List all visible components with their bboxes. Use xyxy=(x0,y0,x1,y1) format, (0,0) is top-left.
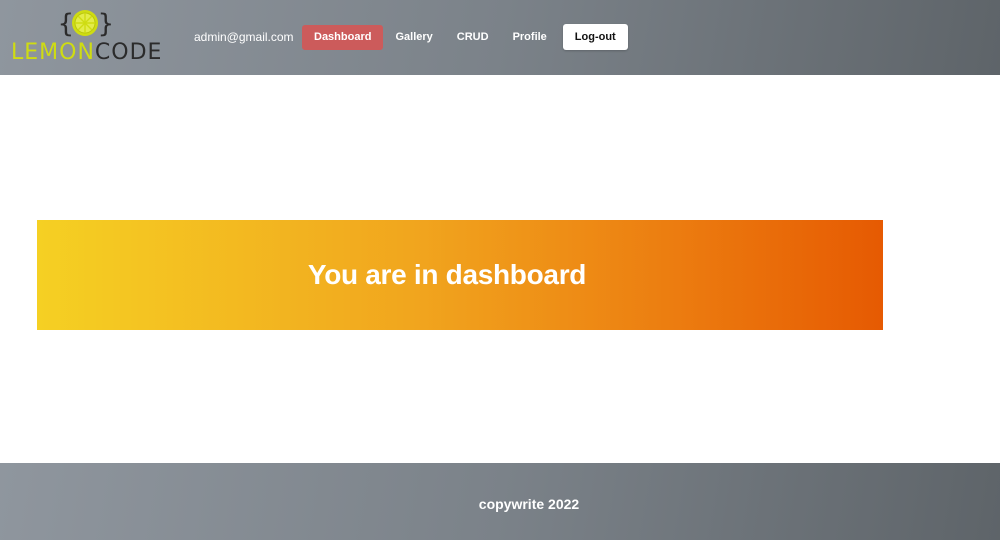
app-header: { } LEMONCODE admin@gmail.com Dashboard … xyxy=(0,0,1000,75)
banner-title: You are in dashboard xyxy=(307,259,587,290)
nav-profile[interactable]: Profile xyxy=(501,25,559,50)
lemoncode-logo[interactable]: { } LEMONCODE xyxy=(11,8,161,68)
svg-text:{: { xyxy=(58,9,74,39)
dashboard-banner: You are in dashboard xyxy=(37,220,883,330)
main-nav: Dashboard Gallery CRUD Profile Log-out xyxy=(302,24,628,50)
nav-gallery[interactable]: Gallery xyxy=(383,25,444,50)
logo-word-lemon: LEMON xyxy=(11,40,95,65)
logout-button[interactable]: Log-out xyxy=(562,24,628,50)
nav-dashboard[interactable]: Dashboard xyxy=(302,24,384,50)
logo-word-code: CODE xyxy=(94,40,163,65)
page: { } LEMONCODE admin@gmail.com Dashboard … xyxy=(0,0,1000,540)
user-email: admin@gmail.com xyxy=(194,30,294,44)
logo-wordmark: LEMONCODE xyxy=(11,41,162,65)
lemon-icon: { } xyxy=(58,9,112,39)
footer-copyright: copywrite 2022 xyxy=(478,496,580,512)
app-footer: copywrite 2022 xyxy=(0,463,1000,540)
svg-text:}: } xyxy=(98,9,112,39)
nav-crud[interactable]: CRUD xyxy=(445,25,501,50)
